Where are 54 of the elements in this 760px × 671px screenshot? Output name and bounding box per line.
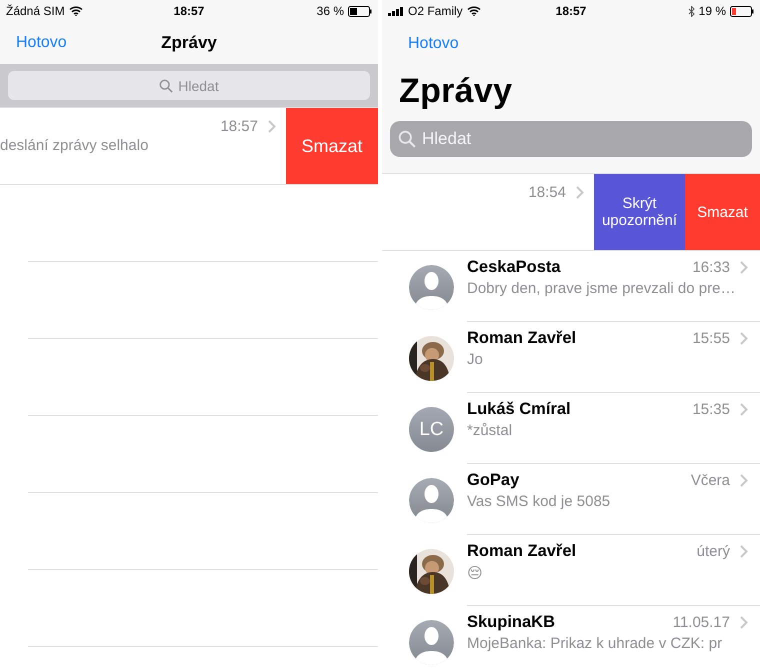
done-button[interactable]: Hotovo [0, 33, 73, 53]
delete-button[interactable]: Smazat [286, 108, 378, 184]
chevron-icon [740, 403, 748, 416]
message-preview: 😔 [467, 564, 484, 582]
chevron-icon [740, 616, 748, 629]
contact-silhouette-icon [409, 478, 454, 523]
contact-name: GoPay [467, 471, 520, 490]
search-icon [398, 130, 416, 148]
chevron-icon [740, 545, 748, 558]
message-time: 18:57 [220, 118, 258, 135]
message-time: 15:55 [692, 330, 730, 347]
hide-alerts-button[interactable]: Skrýt upozornění [594, 174, 685, 250]
contact-name: Roman Zavřel [467, 542, 578, 561]
chevron-icon [740, 261, 748, 274]
bluetooth-icon [688, 6, 695, 16]
contact-name: Roman Zavřel [467, 329, 578, 348]
battery-percent: 36 % [316, 4, 344, 18]
message-preview: Jo [467, 351, 484, 368]
message-time: úterý [696, 543, 730, 560]
message-time: 15:35 [692, 401, 730, 418]
message-time: 16:33 [692, 259, 730, 276]
chevron-icon [268, 120, 276, 133]
status-time: 18:57 [556, 4, 586, 18]
delete-button[interactable]: Smazat [685, 174, 760, 250]
contact-silhouette-icon [409, 265, 454, 310]
message-preview: deslání zprávy selhalo [0, 137, 150, 154]
large-title: Zprávy [399, 72, 512, 110]
contact-name: CeskaPosta [467, 258, 562, 277]
message-time: 18:54 [528, 184, 566, 201]
contact-name: Lukáš Cmíral [467, 400, 572, 419]
wifi-icon [68, 6, 83, 16]
nav-title: Zprávy [161, 33, 217, 52]
search-icon [159, 78, 174, 92]
message-preview: *zůstal [467, 422, 514, 439]
chevron-icon [576, 186, 584, 199]
contact-silhouette-icon [409, 620, 454, 665]
search-field[interactable]: Hledat [390, 121, 752, 157]
message-preview: Dobry den, prave jsme prevzali do pre… [467, 280, 736, 297]
message-time: Včera [690, 472, 730, 489]
battery-percent: 19 % [698, 4, 726, 18]
message-preview: Vas SMS kod je 5085 [467, 493, 612, 510]
chevron-icon [740, 474, 748, 487]
chevron-icon [740, 332, 748, 345]
message-time: 11.05.17 [672, 614, 730, 631]
contact-name: SkupinaKB [467, 613, 556, 632]
search-field[interactable]: Hledat [8, 71, 370, 100]
carrier-name: O2 Family [408, 4, 463, 18]
wifi-icon [466, 6, 481, 16]
contact-initials: LC [409, 407, 454, 452]
done-button[interactable]: Hotovo [392, 34, 465, 54]
status-time: 18:57 [174, 4, 204, 18]
message-preview: MojeBanka: Prikaz k uhrade v CZK: pr [467, 635, 724, 652]
carrier-name: Žádná SIM [6, 4, 65, 18]
signal-icon [388, 6, 404, 16]
